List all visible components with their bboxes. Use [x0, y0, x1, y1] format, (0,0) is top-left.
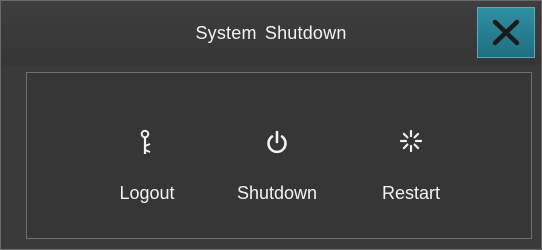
- title-bar: System Shutdown: [1, 1, 541, 65]
- power-icon: [267, 130, 287, 154]
- restart-label: Restart: [381, 183, 441, 203]
- close-button[interactable]: [477, 7, 535, 58]
- actions-panel: Logout Shutdown Restart: [26, 72, 532, 239]
- logout-label: Logout: [119, 183, 175, 203]
- restart-icon: [399, 129, 423, 153]
- restart-button[interactable]: Restart: [363, 73, 459, 240]
- shutdown-dialog: System Shutdown Logout Shutdown Restart: [0, 0, 542, 250]
- close-icon: [492, 19, 520, 46]
- dialog-title: System Shutdown: [195, 23, 347, 43]
- shutdown-label: Shutdown: [236, 183, 318, 203]
- key-icon: [140, 129, 151, 154]
- logout-button[interactable]: Logout: [95, 73, 199, 240]
- shutdown-button[interactable]: Shutdown: [218, 73, 336, 240]
